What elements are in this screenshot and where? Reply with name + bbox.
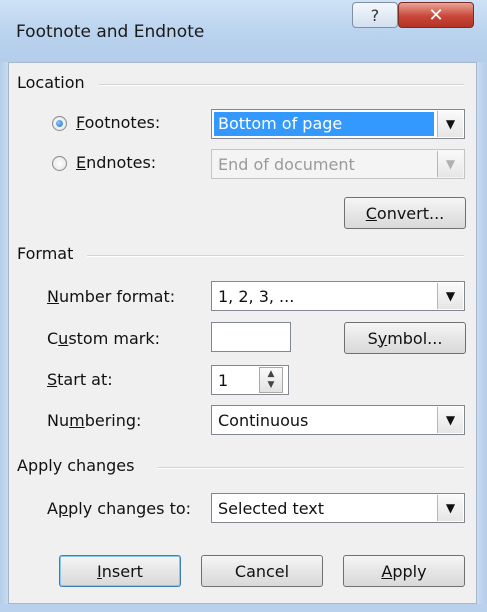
start-at-value: 1 xyxy=(218,371,229,390)
number-format-select[interactable]: 1, 2, 3, ... ▼ xyxy=(211,281,465,311)
custom-mark-label: Custom mark: xyxy=(47,329,161,348)
numbering-label: Numbering: xyxy=(47,411,142,430)
start-at-spinner[interactable]: ▲ ▼ xyxy=(259,367,283,393)
endnotes-label: Endnotes: xyxy=(76,153,157,172)
help-button[interactable]: ? xyxy=(352,2,398,28)
footnotes-label: Footnotes: xyxy=(76,113,161,132)
chevron-down-icon[interactable]: ▼ xyxy=(437,283,463,309)
apply-changes-to-select[interactable]: Selected text ▼ xyxy=(211,493,465,523)
dialog-title: Footnote and Endnote xyxy=(16,22,205,42)
endnotes-radio[interactable] xyxy=(52,156,67,171)
footnotes-radio[interactable] xyxy=(52,116,67,131)
location-heading: Location xyxy=(17,73,85,92)
location-divider xyxy=(99,84,464,86)
close-icon: ✕ xyxy=(428,4,444,26)
format-heading: Format xyxy=(17,244,74,263)
window-border-left xyxy=(0,62,8,612)
apply-changes-to-value: Selected text xyxy=(218,499,325,518)
chevron-down-icon[interactable]: ▼ xyxy=(437,151,463,177)
numbering-value: Continuous xyxy=(218,411,309,430)
start-at-label: Start at: xyxy=(47,370,113,389)
window-border-bottom xyxy=(0,604,487,612)
title-bar: Footnote and Endnote ? ✕ xyxy=(0,0,487,63)
number-format-value: 1, 2, 3, ... xyxy=(218,287,295,306)
cancel-button[interactable]: Cancel xyxy=(201,555,323,587)
number-format-label: Number format: xyxy=(47,287,176,306)
dialog-body: Location Footnotes: Bottom of page ▼ End… xyxy=(8,62,477,604)
numbering-select[interactable]: Continuous ▼ xyxy=(211,405,465,435)
apply-changes-heading: Apply changes xyxy=(17,456,135,475)
help-icon: ? xyxy=(370,5,380,25)
insert-button[interactable]: Insert xyxy=(59,555,181,587)
chevron-down-icon[interactable]: ▼ xyxy=(437,495,463,521)
spin-up-icon[interactable]: ▲ xyxy=(268,369,275,380)
apply-changes-to-label: Apply changes to: xyxy=(47,499,192,518)
apply-button[interactable]: Apply xyxy=(343,555,465,587)
symbol-button[interactable]: Symbol... xyxy=(344,322,466,354)
custom-mark-input[interactable] xyxy=(211,322,291,352)
endnotes-location-select[interactable]: End of document ▼ xyxy=(211,149,465,179)
chevron-down-icon[interactable]: ▼ xyxy=(437,111,463,137)
footnotes-location-value: Bottom of page xyxy=(214,112,434,136)
spin-down-icon[interactable]: ▼ xyxy=(268,380,275,391)
close-button[interactable]: ✕ xyxy=(398,2,474,28)
endnotes-location-value: End of document xyxy=(218,155,355,174)
apply-changes-divider xyxy=(157,467,464,469)
footnotes-location-select[interactable]: Bottom of page ▼ xyxy=(211,109,465,139)
convert-button[interactable]: Convert... xyxy=(344,197,466,229)
format-divider xyxy=(87,255,464,257)
chevron-down-icon[interactable]: ▼ xyxy=(437,407,463,433)
window-border-right xyxy=(477,62,487,612)
